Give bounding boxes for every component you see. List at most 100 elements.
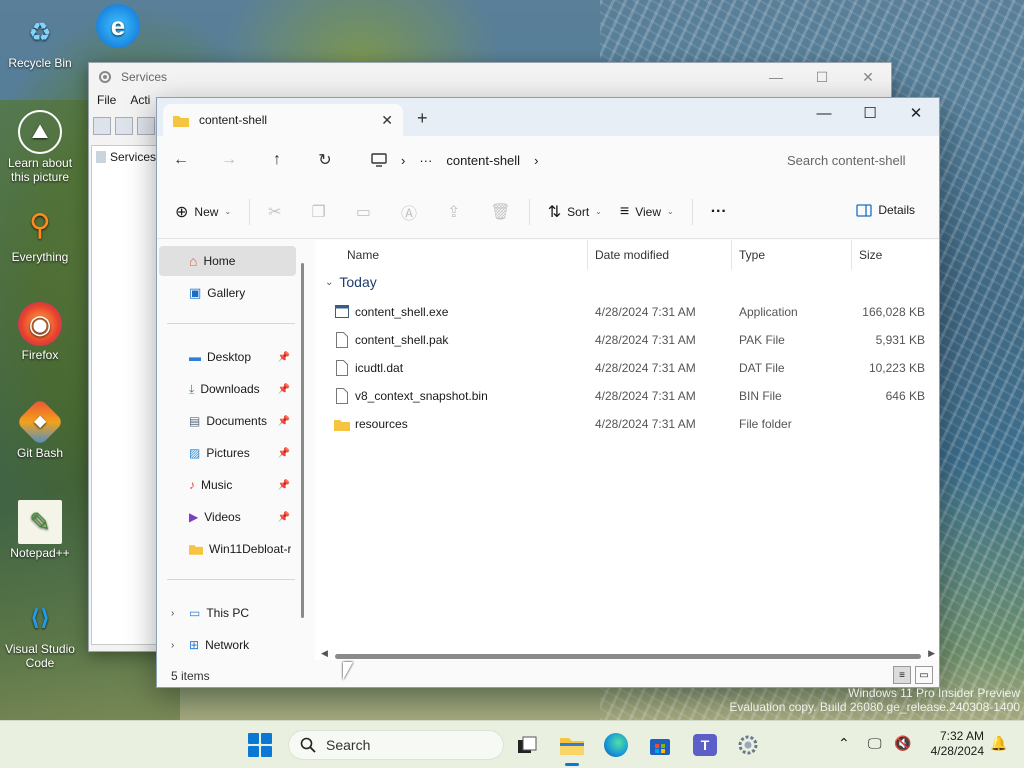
details-button[interactable]: Details xyxy=(856,203,915,217)
start-button[interactable] xyxy=(248,733,272,757)
view-button[interactable]: ≡ View ⌄ xyxy=(620,203,674,221)
services-maximize-button[interactable]: ☐ xyxy=(799,63,845,91)
network-status-icon[interactable]: 🖵 xyxy=(868,735,882,752)
desktop-icon-edge[interactable]: e xyxy=(80,4,156,50)
minimize-button[interactable]: — xyxy=(801,98,847,128)
tiles-view-button[interactable]: ▭ xyxy=(915,666,933,684)
desktop-icon-firefox[interactable]: ◉ Firefox xyxy=(2,302,78,362)
tab-close-icon[interactable]: ✕ xyxy=(381,112,393,129)
tab-content-shell[interactable]: content-shell ✕ xyxy=(163,104,403,136)
desktop-icon-label: Visual Studio Code xyxy=(5,642,75,670)
services-menu-file[interactable]: File xyxy=(97,93,116,107)
new-button[interactable]: ⊕ New ⌄ xyxy=(175,202,231,222)
breadcrumb-content-shell[interactable]: content-shell xyxy=(446,153,520,168)
maximize-button[interactable]: ☐ xyxy=(847,98,893,128)
column-separator[interactable] xyxy=(587,240,588,270)
services-minimize-button[interactable]: — xyxy=(753,63,799,91)
details-view-button[interactable]: ≡ xyxy=(893,666,911,684)
new-tab-button[interactable]: + xyxy=(417,108,428,129)
services-close-button[interactable]: ✕ xyxy=(845,63,891,91)
horizontal-scrollbar[interactable]: ◀ ▶ xyxy=(317,648,937,662)
chevron-right-icon[interactable]: › xyxy=(171,640,174,651)
chevron-right-icon[interactable]: › xyxy=(171,608,174,619)
notepadpp-icon: ✎ xyxy=(18,500,62,544)
volume-muted-icon[interactable]: 🔇 xyxy=(894,735,911,752)
sort-button[interactable]: ⇅ Sort ⌄ xyxy=(548,202,602,222)
back-button[interactable]: ← xyxy=(157,151,205,169)
show-hidden-icons-chevron[interactable]: ⌃ xyxy=(838,735,850,752)
scroll-left-icon[interactable]: ◀ xyxy=(321,648,328,659)
services-console-button[interactable] xyxy=(137,117,155,135)
services-tree-node[interactable]: Services xyxy=(92,146,156,164)
table-row[interactable]: resources 4/28/2024 7:31 AM File folder xyxy=(315,410,939,438)
share-button[interactable]: ⇪ xyxy=(447,202,460,222)
pin-icon[interactable]: 📌 xyxy=(278,416,290,427)
address-chevron-icon[interactable]: › xyxy=(401,153,405,168)
forward-button[interactable]: → xyxy=(205,151,253,169)
pin-icon[interactable]: 📌 xyxy=(278,480,290,491)
table-row[interactable]: v8_context_snapshot.bin 4/28/2024 7:31 A… xyxy=(315,382,939,410)
cut-button[interactable]: ✂ xyxy=(268,202,281,222)
nav-item-home[interactable]: ⌂ Home xyxy=(159,246,296,276)
table-row[interactable]: content_shell.pak 4/28/2024 7:31 AM PAK … xyxy=(315,326,939,354)
pin-icon[interactable]: 📌 xyxy=(278,384,290,395)
nav-item-this-pc[interactable]: › ▭ This PC xyxy=(159,598,296,628)
group-header-today[interactable]: ⌄ Today xyxy=(325,274,377,290)
paste-button[interactable]: ▭ xyxy=(356,202,371,222)
scrollbar-thumb[interactable] xyxy=(335,654,921,659)
up-button[interactable]: ↑ xyxy=(253,151,301,169)
services-window-controls: — ☐ ✕ xyxy=(753,63,891,91)
services-forward-button[interactable] xyxy=(115,117,133,135)
services-back-button[interactable] xyxy=(93,117,111,135)
search-input[interactable]: Search content-shell xyxy=(773,144,933,176)
delete-button[interactable]: 🗑 xyxy=(490,202,510,222)
nav-item-gallery[interactable]: ▣ Gallery xyxy=(159,278,296,308)
column-header-date[interactable]: Date modified xyxy=(595,240,669,270)
nav-pane-scrollbar[interactable] xyxy=(301,263,304,618)
refresh-button[interactable]: ↻ xyxy=(301,150,349,170)
nav-item-documents[interactable]: ▤ Documents 📌 xyxy=(159,406,296,436)
pin-icon[interactable]: 📌 xyxy=(278,448,290,459)
table-row[interactable]: content_shell.exe 4/28/2024 7:31 AM Appl… xyxy=(315,298,939,326)
address-bar[interactable]: › ··· content-shell › xyxy=(361,144,761,176)
services-menu-action[interactable]: Acti xyxy=(130,93,150,107)
pin-icon[interactable]: 📌 xyxy=(278,352,290,363)
nav-item-desktop[interactable]: ▬ Desktop 📌 xyxy=(159,342,296,372)
desktop-icon-learn-about[interactable]: ⛰ Learn about this picture xyxy=(2,110,78,184)
nav-item-network[interactable]: › ⊞ Network xyxy=(159,630,296,660)
scroll-right-icon[interactable]: ▶ xyxy=(928,648,935,659)
breadcrumb-chevron-icon[interactable]: › xyxy=(534,153,538,168)
taskbar-search[interactable]: Search xyxy=(288,730,504,760)
desktop-icon-git-bash[interactable]: ◆ Git Bash xyxy=(2,397,78,460)
nav-item-pictures[interactable]: ▨ Pictures 📌 xyxy=(159,438,296,468)
copy-button[interactable]: ❐ xyxy=(312,202,326,222)
column-separator[interactable] xyxy=(851,240,852,270)
pin-icon[interactable]: 📌 xyxy=(278,512,290,523)
more-options-button[interactable]: ··· xyxy=(711,203,727,221)
taskbar-store[interactable] xyxy=(645,730,675,760)
file-explorer-window[interactable]: content-shell ✕ + — ☐ ✕ ← → ↑ ↻ › ··· co… xyxy=(156,97,940,688)
taskbar-edge[interactable] xyxy=(601,730,631,760)
desktop-icon-everything[interactable]: ⚲ Everything xyxy=(2,204,78,265)
desktop-icon-notepadpp[interactable]: ✎ Notepad++ xyxy=(2,500,78,560)
table-row[interactable]: icudtl.dat 4/28/2024 7:31 AM DAT File 10… xyxy=(315,354,939,382)
task-view-button[interactable] xyxy=(512,730,542,760)
close-button[interactable]: ✕ xyxy=(893,98,939,128)
nav-item-videos[interactable]: ▶ Videos 📌 xyxy=(159,502,296,532)
taskbar-clock[interactable]: 7:32 AM 4/28/2024 xyxy=(920,729,984,759)
column-header-name[interactable]: Name xyxy=(347,240,379,270)
desktop-icon-vscode[interactable]: ⟨⟩ Visual Studio Code xyxy=(2,596,78,671)
column-header-type[interactable]: Type xyxy=(739,240,765,270)
nav-item-downloads[interactable]: ⤓ Downloads 📌 xyxy=(159,374,296,404)
nav-item-music[interactable]: ♪ Music 📌 xyxy=(159,470,296,500)
taskbar-teams[interactable]: T xyxy=(690,730,720,760)
notification-icon[interactable]: 🔔 xyxy=(990,735,1007,752)
nav-item-win11debloat[interactable]: Win11Debloat-r xyxy=(159,534,296,564)
taskbar-file-explorer[interactable] xyxy=(557,730,587,766)
desktop-icon-recycle-bin[interactable]: ♻ Recycle Bin xyxy=(2,10,78,70)
column-separator[interactable] xyxy=(731,240,732,270)
rename-button[interactable]: Ⓐ xyxy=(401,200,417,224)
address-ellipsis-button[interactable]: ··· xyxy=(419,153,432,168)
taskbar-services[interactable] xyxy=(733,730,763,760)
column-header-size[interactable]: Size xyxy=(859,240,882,270)
